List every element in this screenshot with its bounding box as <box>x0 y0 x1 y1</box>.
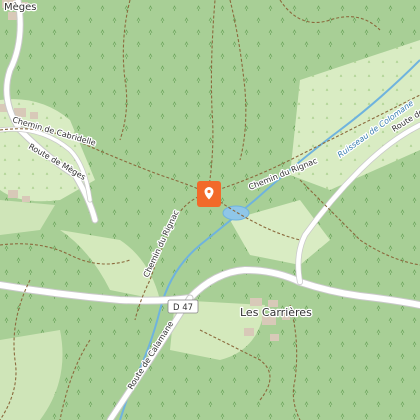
label-meges: Mèges <box>4 1 37 13</box>
d47-label: D 47 <box>173 303 193 313</box>
pond <box>222 205 250 221</box>
label-les-carrieres: Les Carrières <box>240 306 312 319</box>
map-view[interactable]: Mèges Chemin de Cabridelle Route de Mège… <box>0 0 420 420</box>
map-canvas: Mèges Chemin de Cabridelle Route de Mège… <box>0 0 420 420</box>
map-pin-icon[interactable] <box>197 181 221 207</box>
d47-road-badge: D 47 <box>167 299 199 314</box>
